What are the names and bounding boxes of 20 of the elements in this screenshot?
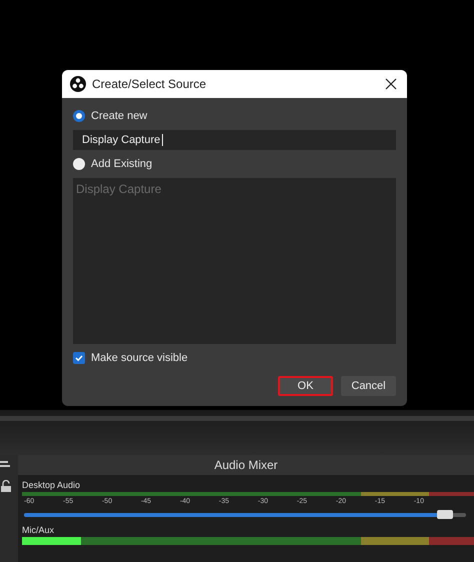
radio-button[interactable]	[73, 158, 85, 170]
logo-icon	[70, 76, 86, 92]
cancel-button[interactable]: Cancel	[341, 376, 396, 396]
filter-icon[interactable]	[0, 460, 10, 470]
panel-title: Audio Mixer	[214, 458, 278, 472]
checkbox-label[interactable]: Make source visible	[91, 352, 188, 364]
radio-label[interactable]: Add Existing	[91, 158, 152, 170]
close-icon[interactable]	[385, 78, 397, 90]
radio-label[interactable]: Create new	[91, 110, 148, 122]
lock-icon[interactable]	[0, 480, 12, 492]
window-title: Create/Select Source	[92, 77, 208, 91]
name-field[interactable]: Display Capture	[73, 130, 396, 150]
radio-button[interactable]	[73, 110, 85, 122]
volume-slider[interactable]	[24, 513, 466, 517]
slider-thumb[interactable]	[436, 510, 453, 519]
ok-button[interactable]: OK	[278, 376, 333, 396]
channel-name: Mic/Aux	[22, 525, 56, 535]
channel-name: Desktop Audio	[22, 480, 82, 490]
field-value: Display Capture	[82, 134, 160, 146]
checkbox[interactable]	[73, 352, 85, 364]
